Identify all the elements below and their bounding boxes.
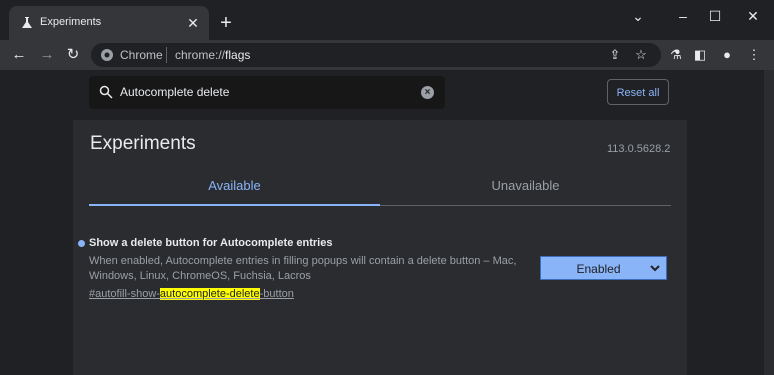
- link-prefix: #autofill-show-: [89, 288, 160, 300]
- flag-state-select[interactable]: Enabled: [540, 256, 667, 280]
- link-highlight: autocomplete-delete: [159, 288, 260, 300]
- forward-arrow-icon[interactable]: →: [37, 45, 57, 65]
- search-input[interactable]: Autocomplete delete ×: [89, 76, 445, 109]
- reload-icon[interactable]: ↻: [63, 45, 83, 65]
- bookmark-star-icon[interactable]: ☆: [633, 47, 649, 63]
- tab-available[interactable]: Available: [89, 178, 380, 193]
- side-panel-icon[interactable]: ◧: [692, 47, 708, 63]
- share-icon[interactable]: ⇪: [607, 47, 623, 63]
- modified-dot: [78, 240, 85, 247]
- left-gutter: [0, 120, 73, 375]
- flag-title: Show a delete button for Autocomplete en…: [89, 237, 333, 249]
- tab-experiments[interactable]: Experiments ✕: [9, 6, 209, 40]
- tab-unavailable[interactable]: Unavailable: [380, 178, 671, 193]
- back-arrow-icon[interactable]: ←: [9, 45, 29, 65]
- flag-description: When enabled, Autocomplete entries in fi…: [89, 255, 517, 282]
- chevron-down-icon: [650, 265, 660, 272]
- active-tab-underline: [89, 204, 380, 206]
- tab-title: Experiments: [40, 16, 102, 28]
- experiments-panel: Experiments 113.0.5628.2 Available Unava…: [73, 120, 687, 375]
- right-gutter: [687, 120, 774, 375]
- chevron-down-icon[interactable]: ⌄: [628, 8, 648, 24]
- profile-icon[interactable]: ●: [719, 47, 735, 63]
- new-tab-button[interactable]: +: [216, 13, 236, 34]
- scrollbar[interactable]: [764, 70, 774, 375]
- close-icon[interactable]: ✕: [185, 15, 201, 31]
- search-icon: [99, 85, 113, 99]
- flags-page: Autocomplete delete × Reset all Experime…: [0, 70, 774, 375]
- flag-permalink[interactable]: #autofill-show-autocomplete-delete-butto…: [89, 288, 294, 300]
- url-prefix: chrome://: [175, 48, 226, 62]
- page-title: Experiments: [90, 133, 196, 154]
- close-window-icon[interactable]: ✕: [743, 8, 763, 24]
- minimize-icon[interactable]: –: [673, 8, 693, 24]
- toolbar: ← → ↻ Chrome chrome://flags ⇪ ☆ ⚗ ◧ ● ⋮: [0, 40, 774, 70]
- site-label: Chrome: [120, 48, 163, 62]
- menu-kebab-icon[interactable]: ⋮: [746, 47, 762, 63]
- clear-search-icon[interactable]: ×: [421, 86, 434, 99]
- address-bar[interactable]: Chrome chrome://flags: [91, 43, 661, 67]
- address-divider: [166, 47, 167, 63]
- reset-all-button[interactable]: Reset all: [607, 79, 669, 105]
- flask-icon: [22, 17, 32, 28]
- url-text: chrome://flags: [175, 48, 250, 62]
- link-suffix: -button: [259, 288, 294, 300]
- url-path: flags: [225, 48, 251, 62]
- labs-flask-icon[interactable]: ⚗: [668, 47, 684, 63]
- chrome-logo-icon: [101, 49, 113, 61]
- search-value: Autocomplete delete: [120, 85, 230, 99]
- version-label: 113.0.5628.2: [607, 143, 671, 155]
- maximize-icon[interactable]: ☐: [705, 8, 725, 24]
- search-bar: Autocomplete delete ×: [89, 76, 445, 109]
- tab-strip: Experiments ✕ + ⌄ – ☐ ✕: [0, 0, 774, 40]
- select-value: Enabled: [576, 262, 621, 276]
